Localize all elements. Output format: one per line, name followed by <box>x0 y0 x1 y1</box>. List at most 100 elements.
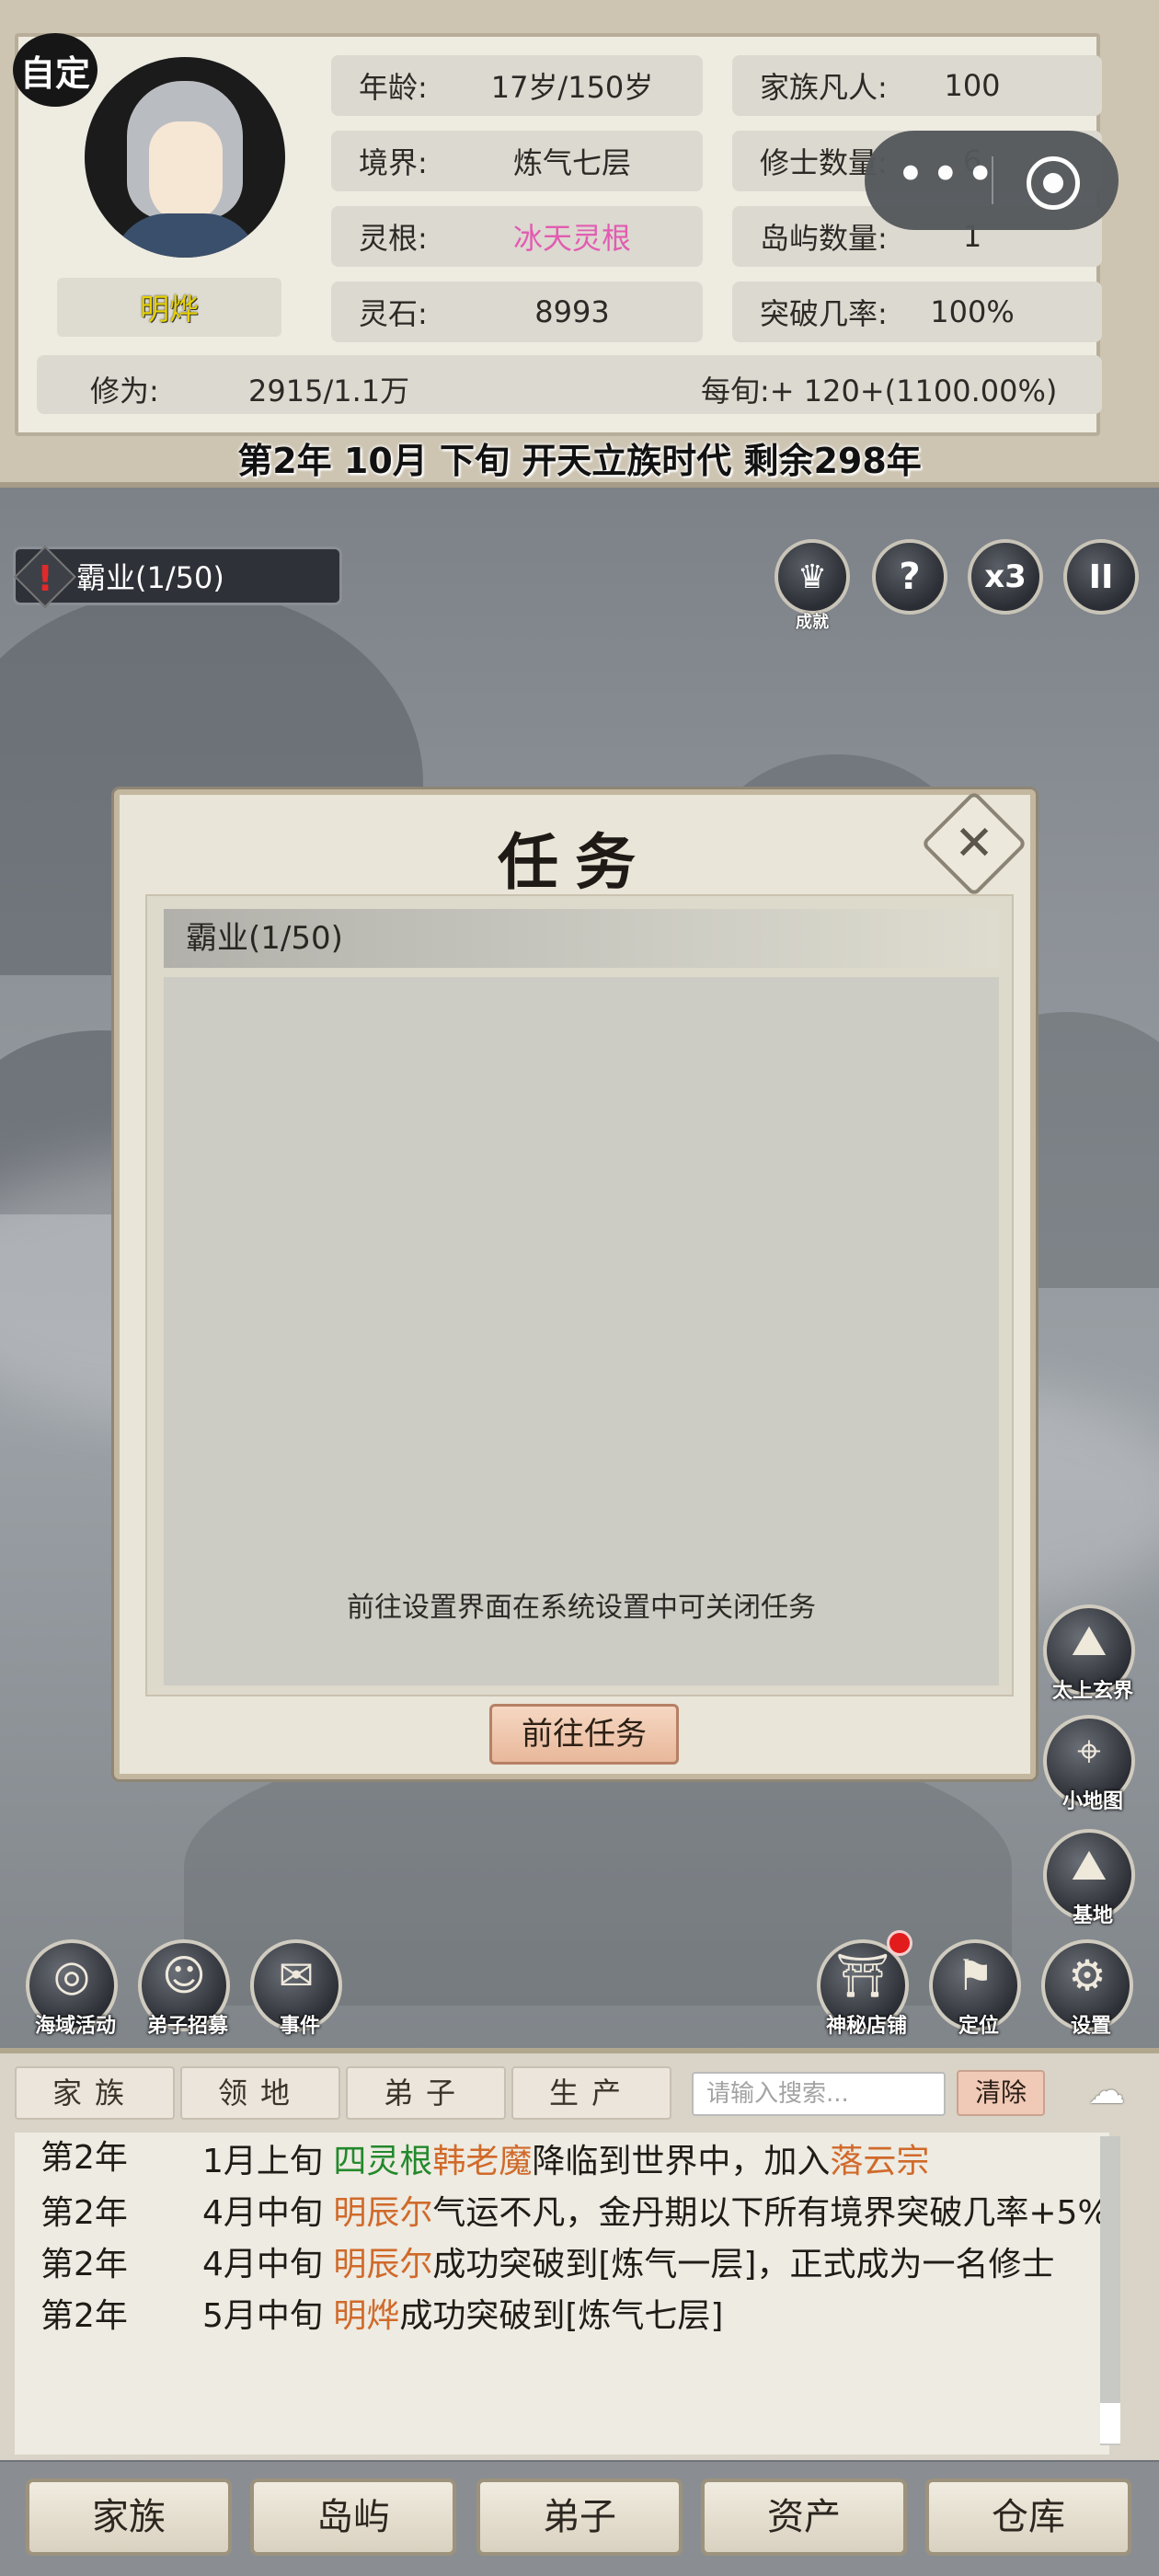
log-row: 第2年 4月中旬 明辰尔气运不凡，金丹期以下所有境界突破几率+5% <box>15 2188 1109 2239</box>
close-icon: ✕ <box>954 816 994 871</box>
cultivation-bar: 修为: 2915/1.1万 每旬:+ 120+(1100.00%) <box>37 355 1102 414</box>
cloud-icon[interactable]: ☁ <box>1065 2070 1148 2116</box>
alert-icon: ! <box>14 546 76 608</box>
game-time-status: 第2年 10月 下旬 开天立族时代 剩余298年 <box>237 441 922 481</box>
stat-value: 炼气七层 <box>512 145 631 180</box>
stat-value: 8993 <box>534 294 610 329</box>
shop-icon: ⛩ <box>835 1950 890 2000</box>
achievement-icon: ♛ <box>797 558 828 596</box>
log-year: 第2年 <box>40 2297 128 2335</box>
stat-age: 年龄: 17岁/150岁 <box>331 55 703 116</box>
log-scrollbar[interactable] <box>1100 2136 1120 2445</box>
pause-button[interactable]: II <box>1063 539 1139 615</box>
capsule-divider <box>992 156 993 204</box>
portrait-face <box>149 121 223 223</box>
settings-caption: 设置 <box>1070 2015 1111 2038</box>
search-input[interactable] <box>692 2072 946 2116</box>
cultivation-label: 修为: <box>90 374 159 408</box>
close-miniapp-icon[interactable] <box>1027 156 1080 210</box>
pause-icon: II <box>1088 558 1114 596</box>
scroll-icon: ✉ <box>278 1950 315 2000</box>
log-text: 5月中旬 明烨成功突破到[炼气七层] <box>202 2297 724 2335</box>
locate-button[interactable]: ⚑ 定位 <box>929 1939 1021 2038</box>
event-log-panel: 家族 领地 弟子 生产 清除 ☁ 第2年 1月上旬 四灵根韩老魔降临到世界中，加入… <box>0 2048 1159 2460</box>
recruit-caption: 弟子招募 <box>146 2015 228 2038</box>
speed-button[interactable]: x3 <box>968 539 1043 615</box>
task-category-header[interactable]: 霸业(1/50) <box>164 909 999 968</box>
shop-caption: 神秘店铺 <box>825 2015 907 2038</box>
stat-realm: 境界: 炼气七层 <box>331 131 703 191</box>
taishang-caption: 太上玄界 <box>1051 1680 1133 1703</box>
per-period-gain: 每旬:+ 120+(1100.00%) <box>701 374 1058 408</box>
quest-label: 霸业(1/50) <box>76 560 224 595</box>
clear-button[interactable]: 清除 <box>957 2070 1045 2116</box>
recruit-icon: ☺ <box>162 1950 206 2000</box>
events-button[interactable]: ✉ 事件 <box>250 1939 342 2038</box>
taishang-button[interactable]: ⛰ 太上玄界 <box>1043 1604 1135 1703</box>
tab-territory[interactable]: 领地 <box>180 2066 340 2120</box>
task-list-panel: 霸业(1/50) 前往设置界面在系统设置中可关闭任务 <box>145 894 1014 1696</box>
log-text: 1月上旬 四灵根韩老魔降临到世界中，加入落云宗 <box>202 2143 930 2180</box>
base-button[interactable]: ⛰ 基地 <box>1043 1829 1135 1927</box>
stat-spirit-stone: 灵石: 8993 <box>331 282 703 342</box>
stat-family-mortals: 家族凡人: 100 <box>732 55 1102 116</box>
log-row: 第2年 5月中旬 明烨成功突破到[炼气七层] <box>15 2291 1109 2342</box>
log-year: 第2年 <box>40 2139 128 2177</box>
speed-icon: x3 <box>984 558 1027 595</box>
more-icon[interactable]: ••• <box>896 150 995 204</box>
log-scrollbar-thumb[interactable] <box>1100 2403 1120 2444</box>
gear-icon: ⚙ <box>1068 1950 1107 2000</box>
custom-badge[interactable]: 自定 <box>13 33 98 107</box>
log-row: 第2年 4月中旬 明辰尔成功突破到[炼气一层]，正式成为一名修士 <box>15 2239 1109 2291</box>
stat-value: 17岁/150岁 <box>490 70 654 105</box>
mountain-icon: ⛰ <box>1071 1616 1107 1665</box>
tab-family[interactable]: 家族 <box>15 2066 175 2120</box>
tab-production[interactable]: 生产 <box>511 2066 671 2120</box>
help-icon: ? <box>899 556 921 598</box>
nav-disciples[interactable]: 弟子 <box>476 2478 683 2556</box>
stat-value: 100 <box>944 68 1001 103</box>
log-text: 4月中旬 明辰尔成功突破到[炼气一层]，正式成为一名修士 <box>202 2246 1055 2283</box>
mini-map-button[interactable]: ⌖ 小地图 <box>1043 1715 1135 1813</box>
log-text: 4月中旬 明辰尔气运不凡，金丹期以下所有境界突破几率+5% <box>202 2194 1109 2232</box>
stat-breakthrough-rate: 突破几率: 100% <box>732 282 1102 342</box>
stat-spirit-root: 灵根: 冰天灵根 <box>331 206 703 267</box>
flag-icon: ⚑ <box>956 1950 994 2000</box>
log-row: 第2年 1月上旬 四灵根韩老魔降临到世界中，加入落云宗 <box>15 2133 1109 2188</box>
character-name: 明烨 <box>57 278 281 337</box>
dialog-title: 任务 <box>498 826 652 898</box>
task-dialog: 任务 ✕ 霸业(1/50) 前往设置界面在系统设置中可关闭任务 前往任务 <box>114 789 1036 1779</box>
stat-value: 100% <box>930 294 1015 329</box>
cultivation-value: 2915/1.1万 <box>248 374 410 408</box>
quest-tracker[interactable]: ! 霸业(1/50) <box>13 546 342 608</box>
nav-family[interactable]: 家族 <box>26 2478 232 2556</box>
miniapp-capsule: ••• <box>865 131 1119 230</box>
log-list: 第2年 1月上旬 四灵根韩老魔降临到世界中，加入落云宗 第2年 4月中旬 明辰尔气运不… <box>15 2133 1109 2455</box>
character-portrait[interactable] <box>85 57 285 258</box>
character-info-panel: 自定 明烨 年龄: 17岁/150岁 境界: 炼气七层 灵根: 冰天灵根 灵石:… <box>0 0 1159 488</box>
tab-disciples[interactable]: 弟子 <box>346 2066 506 2120</box>
mountain-icon: ⛰ <box>1071 1840 1107 1890</box>
sea-activity-caption: 海域活动 <box>34 2015 116 2038</box>
task-list: 前往设置界面在系统设置中可关闭任务 <box>164 977 999 1685</box>
settings-button[interactable]: ⚙ 设置 <box>1041 1939 1133 2038</box>
sea-activity-button[interactable]: ◎ 海域活动 <box>26 1939 118 2038</box>
task-tip: 前往设置界面在系统设置中可关闭任务 <box>347 1592 816 1624</box>
achievement-button[interactable]: ♛ 成就 <box>775 539 850 632</box>
base-caption: 基地 <box>1072 1904 1113 1927</box>
recruit-button[interactable]: ☺ 弟子招募 <box>138 1939 230 2038</box>
bottom-nav: 家族 岛屿 弟子 资产 仓库 <box>0 2462 1159 2576</box>
nav-islands[interactable]: 岛屿 <box>250 2478 456 2556</box>
locate-caption: 定位 <box>958 2015 999 2038</box>
notification-dot <box>887 1930 912 1956</box>
achievement-caption: 成就 <box>796 613 829 632</box>
help-button[interactable]: ? <box>872 539 947 615</box>
map-pin-icon: ⌖ <box>1077 1726 1101 1776</box>
portrait-robe <box>112 213 259 258</box>
nav-warehouse[interactable]: 仓库 <box>925 2478 1131 2556</box>
sea-activity-icon: ◎ <box>52 1950 91 2000</box>
log-year: 第2年 <box>40 2194 128 2232</box>
goto-task-button[interactable]: 前往任务 <box>489 1704 679 1765</box>
nav-assets[interactable]: 资产 <box>701 2478 907 2556</box>
events-caption: 事件 <box>279 2015 320 2038</box>
